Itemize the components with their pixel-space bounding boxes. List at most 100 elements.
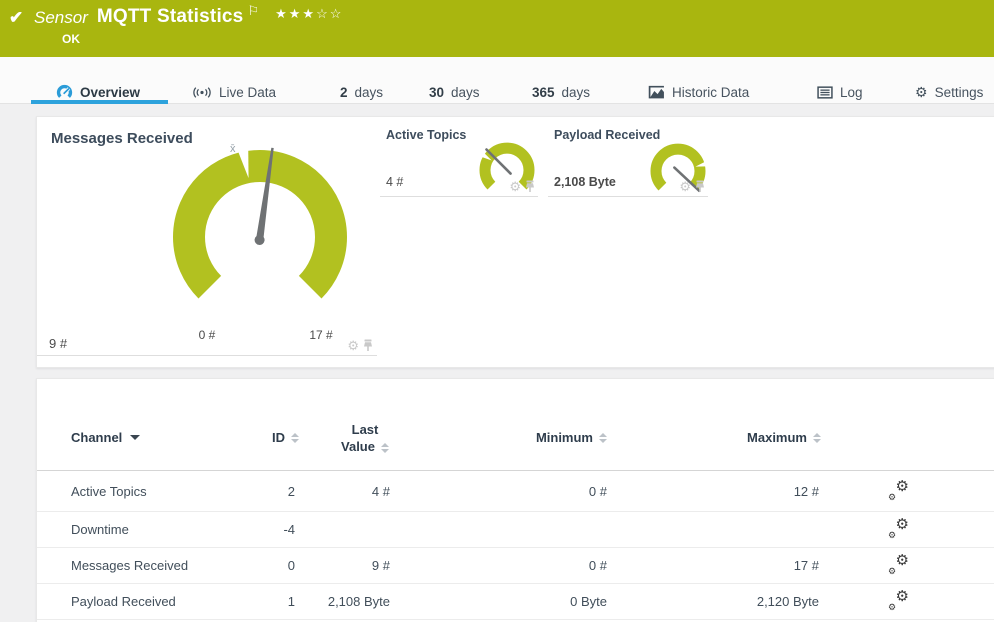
column-header-id[interactable]: ID — [187, 430, 299, 445]
cell-last-value: 9 # — [371, 558, 390, 573]
sensor-type-label: Sensor — [34, 8, 88, 27]
pushpin-icon[interactable] — [695, 180, 705, 193]
column-header-last-value[interactable]: Last Value — [334, 421, 396, 455]
table-row: Downtime -4 ⚙ ⚙ — [37, 512, 994, 548]
tile-actions: ⚙ — [509, 180, 535, 193]
priority-flag-icon[interactable]: ⚐ — [247, 3, 259, 19]
tab-number: 365 — [532, 84, 555, 100]
column-header-minimum[interactable]: Minimum — [467, 430, 607, 445]
tab-number: 2 — [340, 84, 348, 100]
log-icon — [817, 85, 833, 99]
channel-settings-gears-icon: ⚙ ⚙ — [888, 477, 909, 502]
tab-365-days[interactable]: 365 days — [532, 82, 590, 102]
cell-last-value — [277, 512, 390, 547]
tile-gear-icon[interactable]: ⚙ — [679, 180, 691, 193]
priority-stars[interactable]: ★★★☆☆ — [275, 5, 343, 22]
tab-label: Settings — [934, 84, 984, 100]
tab-label: days — [354, 84, 384, 100]
tab-number: 30 — [429, 84, 445, 100]
status-check-icon: ✔ — [9, 8, 24, 27]
broadcast-icon — [193, 86, 211, 98]
table-row: Messages Received 0 9 # 0 # 17 # ⚙ ⚙ — [37, 548, 994, 584]
sort-caret-icon — [130, 435, 141, 440]
sort-icon — [291, 432, 299, 443]
chart-icon — [648, 85, 664, 99]
active-tab-underline — [31, 100, 168, 104]
column-header-maximum[interactable]: Maximum — [671, 430, 821, 445]
tile-gear-icon[interactable]: ⚙ — [347, 339, 359, 352]
gauge-title: Active Topics — [386, 128, 467, 142]
tab-log[interactable]: Log — [817, 82, 863, 102]
average-marker-label: x̄ — [230, 143, 236, 155]
tab-label: days — [561, 84, 591, 100]
sensor-title-row: Sensor MQTT Statistics ⚐ ★★★☆☆ — [34, 3, 343, 28]
tab-2-days[interactable]: 2 days — [340, 82, 383, 102]
sort-icon — [380, 442, 389, 453]
tile-gear-icon[interactable]: ⚙ — [509, 180, 521, 193]
channel-settings-gears-icon: ⚙ ⚙ — [888, 588, 909, 612]
tab-label: Live Data — [219, 84, 277, 100]
tab-label: Historic Data — [672, 84, 750, 100]
cell-maximum: 2,120 Byte — [756, 594, 819, 609]
header-label: Maximum — [747, 430, 807, 445]
table-row: Active Topics 2 4 # 0 # 12 # ⚙ ⚙ — [37, 471, 994, 512]
gauge-title: Payload Received — [554, 128, 661, 142]
channels-table-panel: Channel ID Last Value Minimum Maximum Ac… — [36, 378, 994, 622]
cell-channel: Payload Received — [71, 594, 176, 609]
column-header-channel[interactable]: Channel — [71, 430, 141, 445]
stars-filled[interactable]: ★★★ — [275, 6, 316, 21]
cell-minimum: 0 Byte — [570, 594, 607, 609]
tile-actions: ⚙ — [347, 339, 373, 352]
channel-settings-button[interactable]: ⚙ ⚙ — [885, 471, 911, 511]
sensor-header: ✔ Sensor MQTT Statistics ⚐ ★★★☆☆ OK — [0, 0, 994, 57]
gear-icon: ⚙ — [915, 84, 928, 100]
channel-settings-gears-icon: ⚙ ⚙ — [888, 516, 909, 540]
cell-minimum: 0 # — [588, 483, 607, 499]
gauge-current-value: 2,108 Byte — [554, 175, 616, 189]
gauges-panel: Messages Received x̄ 0 # 17 # 9 # ⚙ Acti… — [36, 116, 994, 368]
tile-actions: ⚙ — [679, 180, 705, 193]
header-label: Channel — [71, 430, 123, 445]
gauge-tile-active-topics: Active Topics 4 # ⚙ — [380, 117, 538, 197]
cell-last-value: 2,108 Byte — [327, 594, 390, 609]
tab-settings[interactable]: ⚙ Settings — [915, 82, 983, 102]
gauge-current-value: 9 # — [49, 336, 68, 351]
header-label: Minimum — [535, 430, 593, 445]
tab-historic-data[interactable]: Historic Data — [648, 82, 749, 102]
messages-received-gauge — [173, 147, 347, 299]
gauge-icon — [56, 84, 73, 98]
tab-label: days — [451, 84, 480, 100]
table-header-row: Channel ID Last Value Minimum Maximum — [37, 379, 994, 471]
channel-settings-gears-icon: ⚙ ⚙ — [888, 552, 909, 576]
gauge-tile-messages-received: Messages Received x̄ 0 # 17 # 9 # ⚙ — [37, 117, 377, 356]
tab-label: Log — [840, 84, 863, 100]
channel-settings-button[interactable]: ⚙ ⚙ — [885, 512, 911, 547]
pushpin-icon[interactable] — [363, 339, 373, 352]
payload-received-gauge — [650, 143, 707, 193]
cell-channel: Downtime — [71, 522, 129, 537]
sort-icon — [599, 432, 607, 443]
channel-settings-button[interactable]: ⚙ ⚙ — [885, 584, 911, 619]
gauge-max-label: 17 # — [309, 328, 333, 342]
cell-minimum — [467, 512, 607, 547]
cell-maximum — [671, 512, 819, 547]
cell-maximum: 17 # — [793, 558, 819, 573]
status-badge: OK — [62, 32, 80, 46]
cell-channel: Active Topics — [71, 483, 147, 499]
cell-channel: Messages Received — [71, 558, 189, 573]
tab-bar: Overview Live Data 2 days 30 days 365 da… — [0, 57, 994, 104]
stars-empty[interactable]: ☆☆ — [316, 6, 343, 21]
header-label: Last Value — [341, 422, 379, 454]
header-label: ID — [272, 430, 285, 445]
gauge-min-label: 0 # — [198, 328, 216, 342]
pushpin-icon[interactable] — [525, 180, 535, 193]
tab-live-data[interactable]: Live Data — [192, 82, 276, 102]
table-row: Payload Received 1 2,108 Byte 0 Byte 2,1… — [37, 584, 994, 620]
sort-icon — [813, 432, 821, 443]
tab-overview[interactable]: Overview — [56, 82, 140, 102]
tab-30-days[interactable]: 30 days — [429, 82, 480, 102]
cell-maximum: 12 # — [793, 483, 819, 499]
channel-settings-button[interactable]: ⚙ ⚙ — [885, 548, 911, 583]
page-title: MQTT Statistics — [96, 6, 244, 27]
cell-last-value: 4 # — [371, 483, 390, 499]
